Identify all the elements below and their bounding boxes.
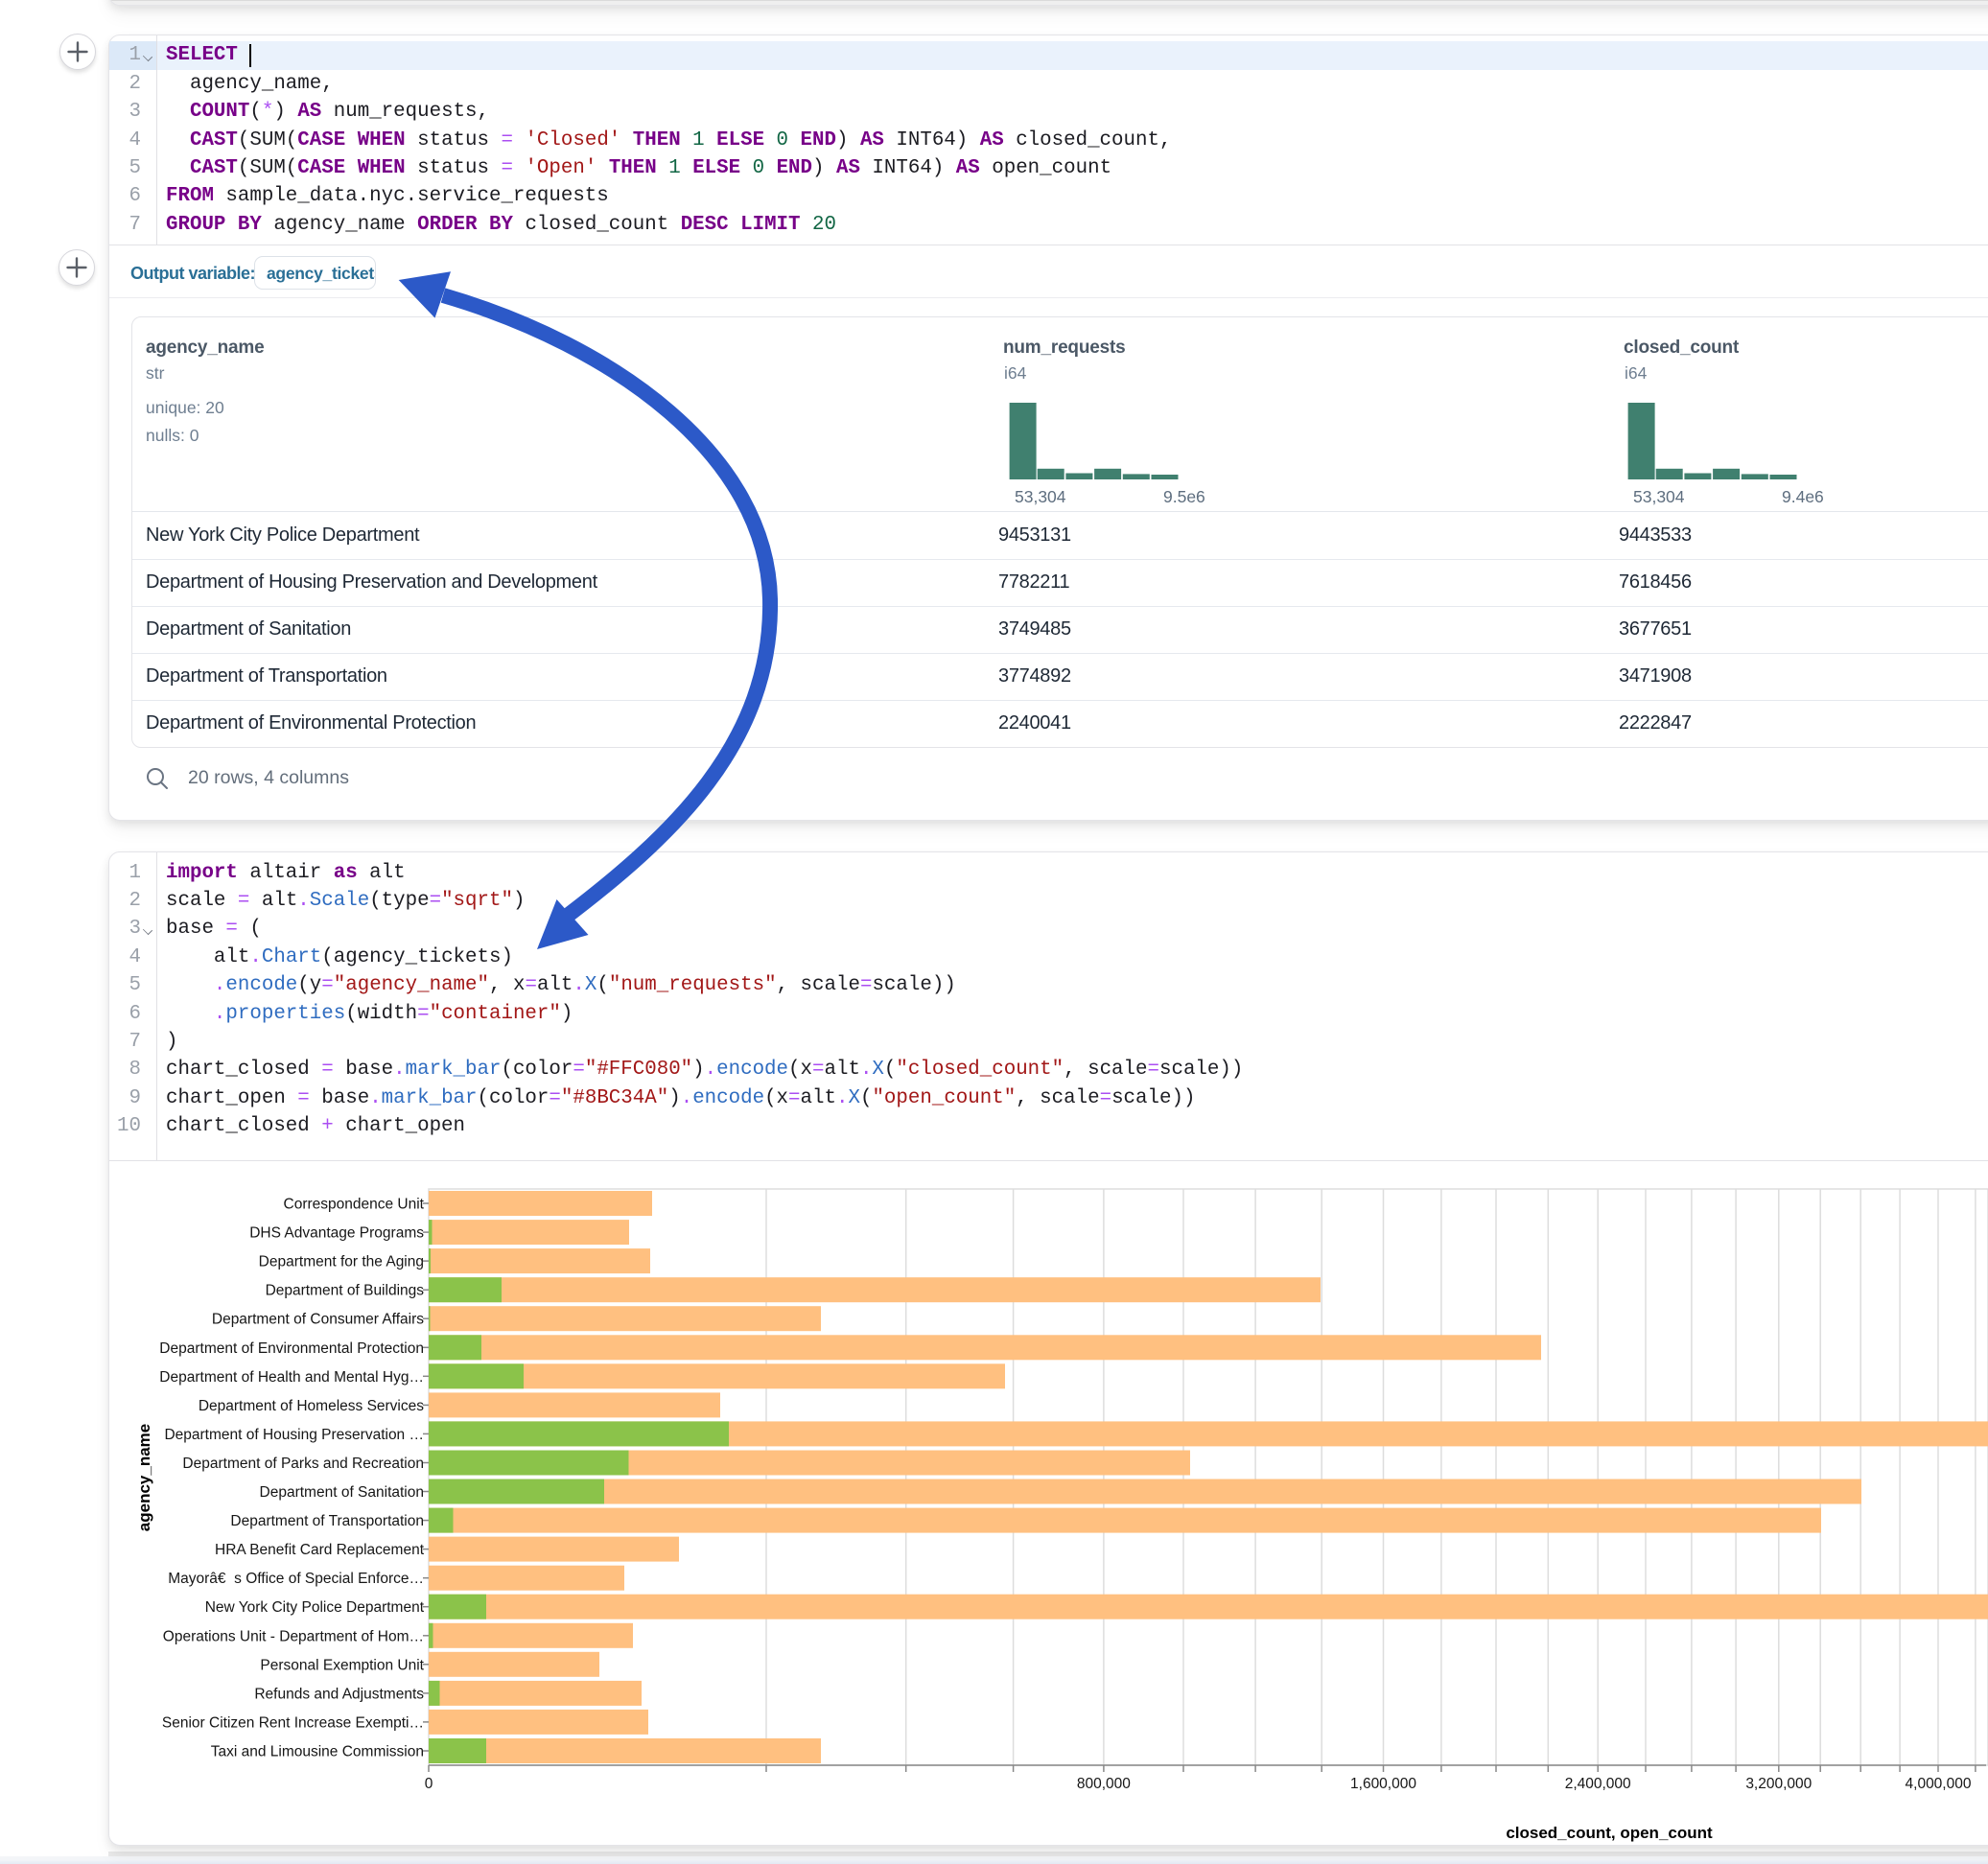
svg-text:agency_name: agency_name [135,1424,153,1531]
svg-text:Correspondence Unit: Correspondence Unit [284,1197,425,1213]
svg-text:1,600,000: 1,600,000 [1350,1776,1416,1792]
svg-text:2,400,000: 2,400,000 [1565,1776,1631,1792]
svg-text:Mayorâ€ s Office of Special E: Mayorâ€ s Office of Special Enforce… [168,1571,424,1587]
svg-text:Department of Health and Menta: Department of Health and Mental Hyg… [159,1369,424,1386]
svg-text:Refunds and Adjustments: Refunds and Adjustments [254,1686,424,1702]
svg-text:4,000,000: 4,000,000 [1906,1776,1972,1792]
svg-text:800,000: 800,000 [1077,1776,1131,1792]
svg-text:Department of Consumer Affairs: Department of Consumer Affairs [212,1312,424,1328]
svg-text:Department of Environmental Pr: Department of Environmental Protection [159,1340,424,1357]
svg-text:Department of Housing Preserva: Department of Housing Preservation … [164,1427,424,1443]
svg-text:Department of Homeless Service: Department of Homeless Services [199,1398,424,1414]
svg-text:Taxi and Limousine Commission: Taxi and Limousine Commission [211,1744,424,1760]
svg-text:Senior Citizen Rent Increase E: Senior Citizen Rent Increase Exempti… [162,1714,424,1731]
svg-text:0: 0 [425,1776,433,1792]
svg-text:DHS Advantage Programs: DHS Advantage Programs [249,1225,424,1242]
svg-text:3,200,000: 3,200,000 [1745,1776,1812,1792]
svg-text:Department of Transportation: Department of Transportation [230,1513,424,1529]
svg-text:Department for the Aging: Department for the Aging [259,1254,424,1270]
svg-text:HRA Benefit Card Replacement: HRA Benefit Card Replacement [215,1542,425,1558]
svg-text:closed_count, open_count: closed_count, open_count [1506,1824,1713,1842]
svg-text:Department of Buildings: Department of Buildings [266,1283,425,1299]
svg-text:Department of Parks and Recrea: Department of Parks and Recreation [182,1456,424,1472]
svg-text:Personal Exemption Unit: Personal Exemption Unit [260,1657,424,1673]
svg-text:New York City Police Departmen: New York City Police Department [205,1599,425,1616]
svg-text:Department of Sanitation: Department of Sanitation [260,1484,424,1501]
svg-text:Operations Unit - Department o: Operations Unit - Department of Hom… [163,1628,424,1644]
